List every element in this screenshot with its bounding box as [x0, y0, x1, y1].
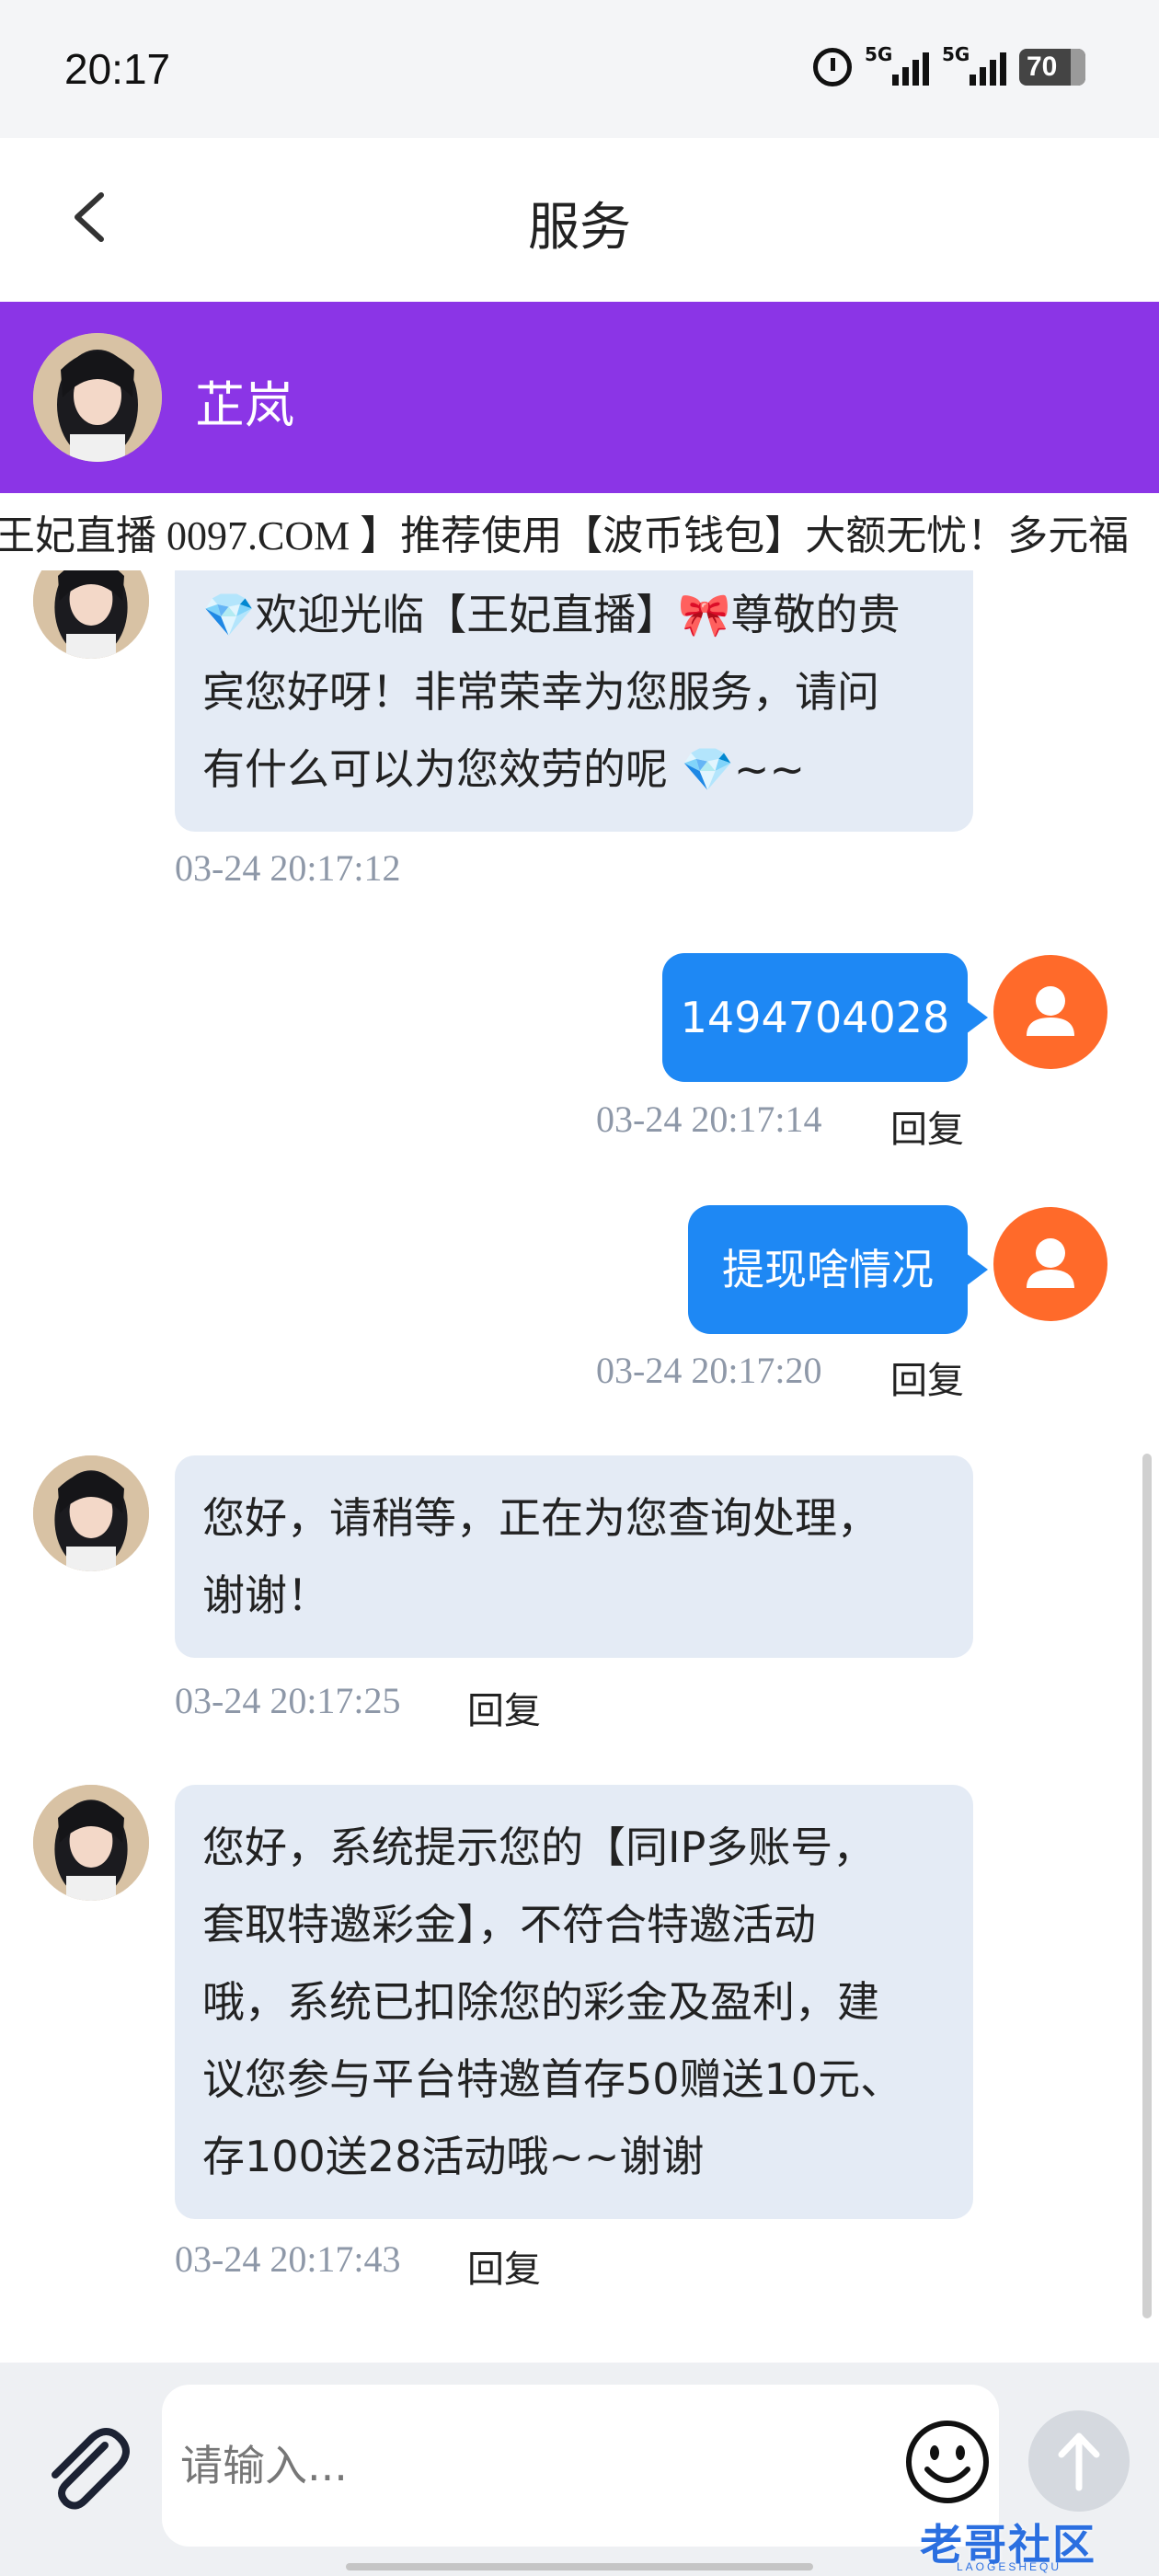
signal-icon-2: 5G [942, 43, 1006, 86]
message-line: 存100送28活动哦~~谢谢 [202, 2132, 705, 2181]
message-time: 03-24 20:17:12 [175, 847, 401, 889]
battery-icon: 70 [1019, 49, 1085, 86]
message-time: 03-24 20:17:43 [175, 2238, 401, 2280]
agent-name: 芷岚 [195, 376, 294, 434]
marquee-text: 王妃直播 0097.COM 】推荐使用【波币钱包】大额无忧！多元福 [0, 513, 1130, 558]
user-avatar[interactable] [993, 1207, 1107, 1321]
battery-level: 70 [1027, 52, 1058, 82]
message-line: 您好，请稍等，正在为您查询处理， [202, 1493, 879, 1543]
message-time: 03-24 20:17:25 [175, 1680, 401, 1721]
scroll-top-button[interactable] [1028, 2410, 1130, 2512]
signal-icon: 5G [865, 43, 929, 86]
alarm-icon [813, 48, 852, 86]
home-indicator[interactable] [346, 2563, 813, 2570]
message-time: 03-24 20:17:14 [596, 1098, 822, 1140]
status-time: 20:17 [64, 45, 171, 93]
agent-message-bubble: 您好，系统提示您的【同IP多账号， 套取特邀彩金】，不符合特邀活动 哦，系统已扣… [175, 1785, 973, 2219]
chat-list[interactable]: 💎欢迎光临【王妃直播】🎀尊敬的贵 宾您好呀！非常荣幸为您服务，请问 有什么可以为… [0, 570, 1159, 2363]
user-message-bubble: 提现啥情况 [688, 1205, 988, 1334]
reply-button[interactable]: 回复 [890, 1099, 964, 1153]
message-line: 议您参与平台特邀首存50赠送10元、 [202, 2054, 903, 2104]
message-time: 03-24 20:17:20 [596, 1350, 822, 1391]
message-line: 💎欢迎光临【王妃直播】🎀尊敬的贵 [202, 590, 901, 639]
message-line: 谢谢！ [202, 1570, 329, 1620]
watermark-subtext: LAOGESHEQU [957, 2560, 1062, 2573]
reply-button[interactable]: 回复 [467, 1681, 541, 1734]
agent-avatar-small[interactable] [33, 1785, 149, 1901]
user-icon [1027, 986, 1074, 1036]
agent-avatar-small[interactable] [33, 1455, 149, 1571]
message-line: 您好，系统提示您的【同IP多账号， [202, 1823, 876, 1872]
reply-button[interactable]: 回复 [467, 2239, 541, 2293]
user-avatar[interactable] [993, 955, 1107, 1069]
agent-message-bubble: 您好，请稍等，正在为您查询处理， 谢谢！ [175, 1455, 973, 1658]
user-icon [1027, 1238, 1074, 1288]
agent-avatar[interactable] [33, 333, 162, 462]
status-icons: 5G 5G 70 [813, 43, 1085, 86]
arrow-up-icon [1058, 2432, 1100, 2491]
nav-bar: 服务 [0, 138, 1159, 302]
agent-avatar-small[interactable] [33, 570, 149, 659]
message-line: 哦，系统已扣除您的彩金及盈利，建 [202, 1977, 879, 2027]
emoji-icon[interactable] [903, 2418, 992, 2506]
agent-header: 芷岚 [0, 302, 1159, 493]
notice-marquee: 王妃直播 0097.COM 】推荐使用【波币钱包】大额无忧！多元福 [0, 493, 1159, 570]
message-input[interactable] [162, 2385, 999, 2547]
message-line: 宾您好呀！非常荣幸为您服务，请问 [202, 667, 879, 717]
status-bar: 20:17 5G 5G 70 [0, 0, 1159, 138]
message-line: 有什么可以为您效劳的呢 💎~~ [202, 744, 805, 794]
reply-button[interactable]: 回复 [890, 1351, 964, 1404]
user-message-bubble: 1494704028 [662, 953, 988, 1082]
scrollbar[interactable] [1142, 1454, 1152, 2318]
message-line: 套取特邀彩金】，不符合特邀活动 [202, 1900, 816, 1949]
page-title: 服务 [528, 198, 631, 258]
attachment-icon[interactable] [33, 2418, 134, 2519]
agent-message-bubble: 💎欢迎光临【王妃直播】🎀尊敬的贵 宾您好呀！非常荣幸为您服务，请问 有什么可以为… [175, 570, 973, 832]
